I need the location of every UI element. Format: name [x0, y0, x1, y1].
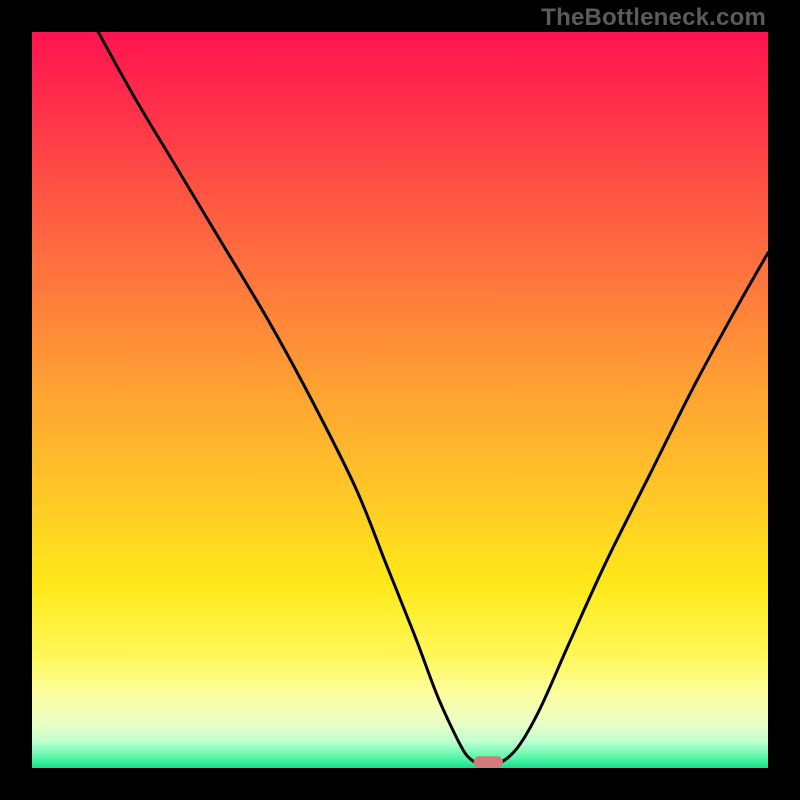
chart-frame: TheBottleneck.com [0, 0, 800, 800]
watermark-text: TheBottleneck.com [541, 4, 766, 32]
target-marker [474, 756, 503, 768]
chart-canvas [32, 32, 768, 768]
gradient-background [32, 32, 768, 768]
plot-area [32, 32, 768, 768]
